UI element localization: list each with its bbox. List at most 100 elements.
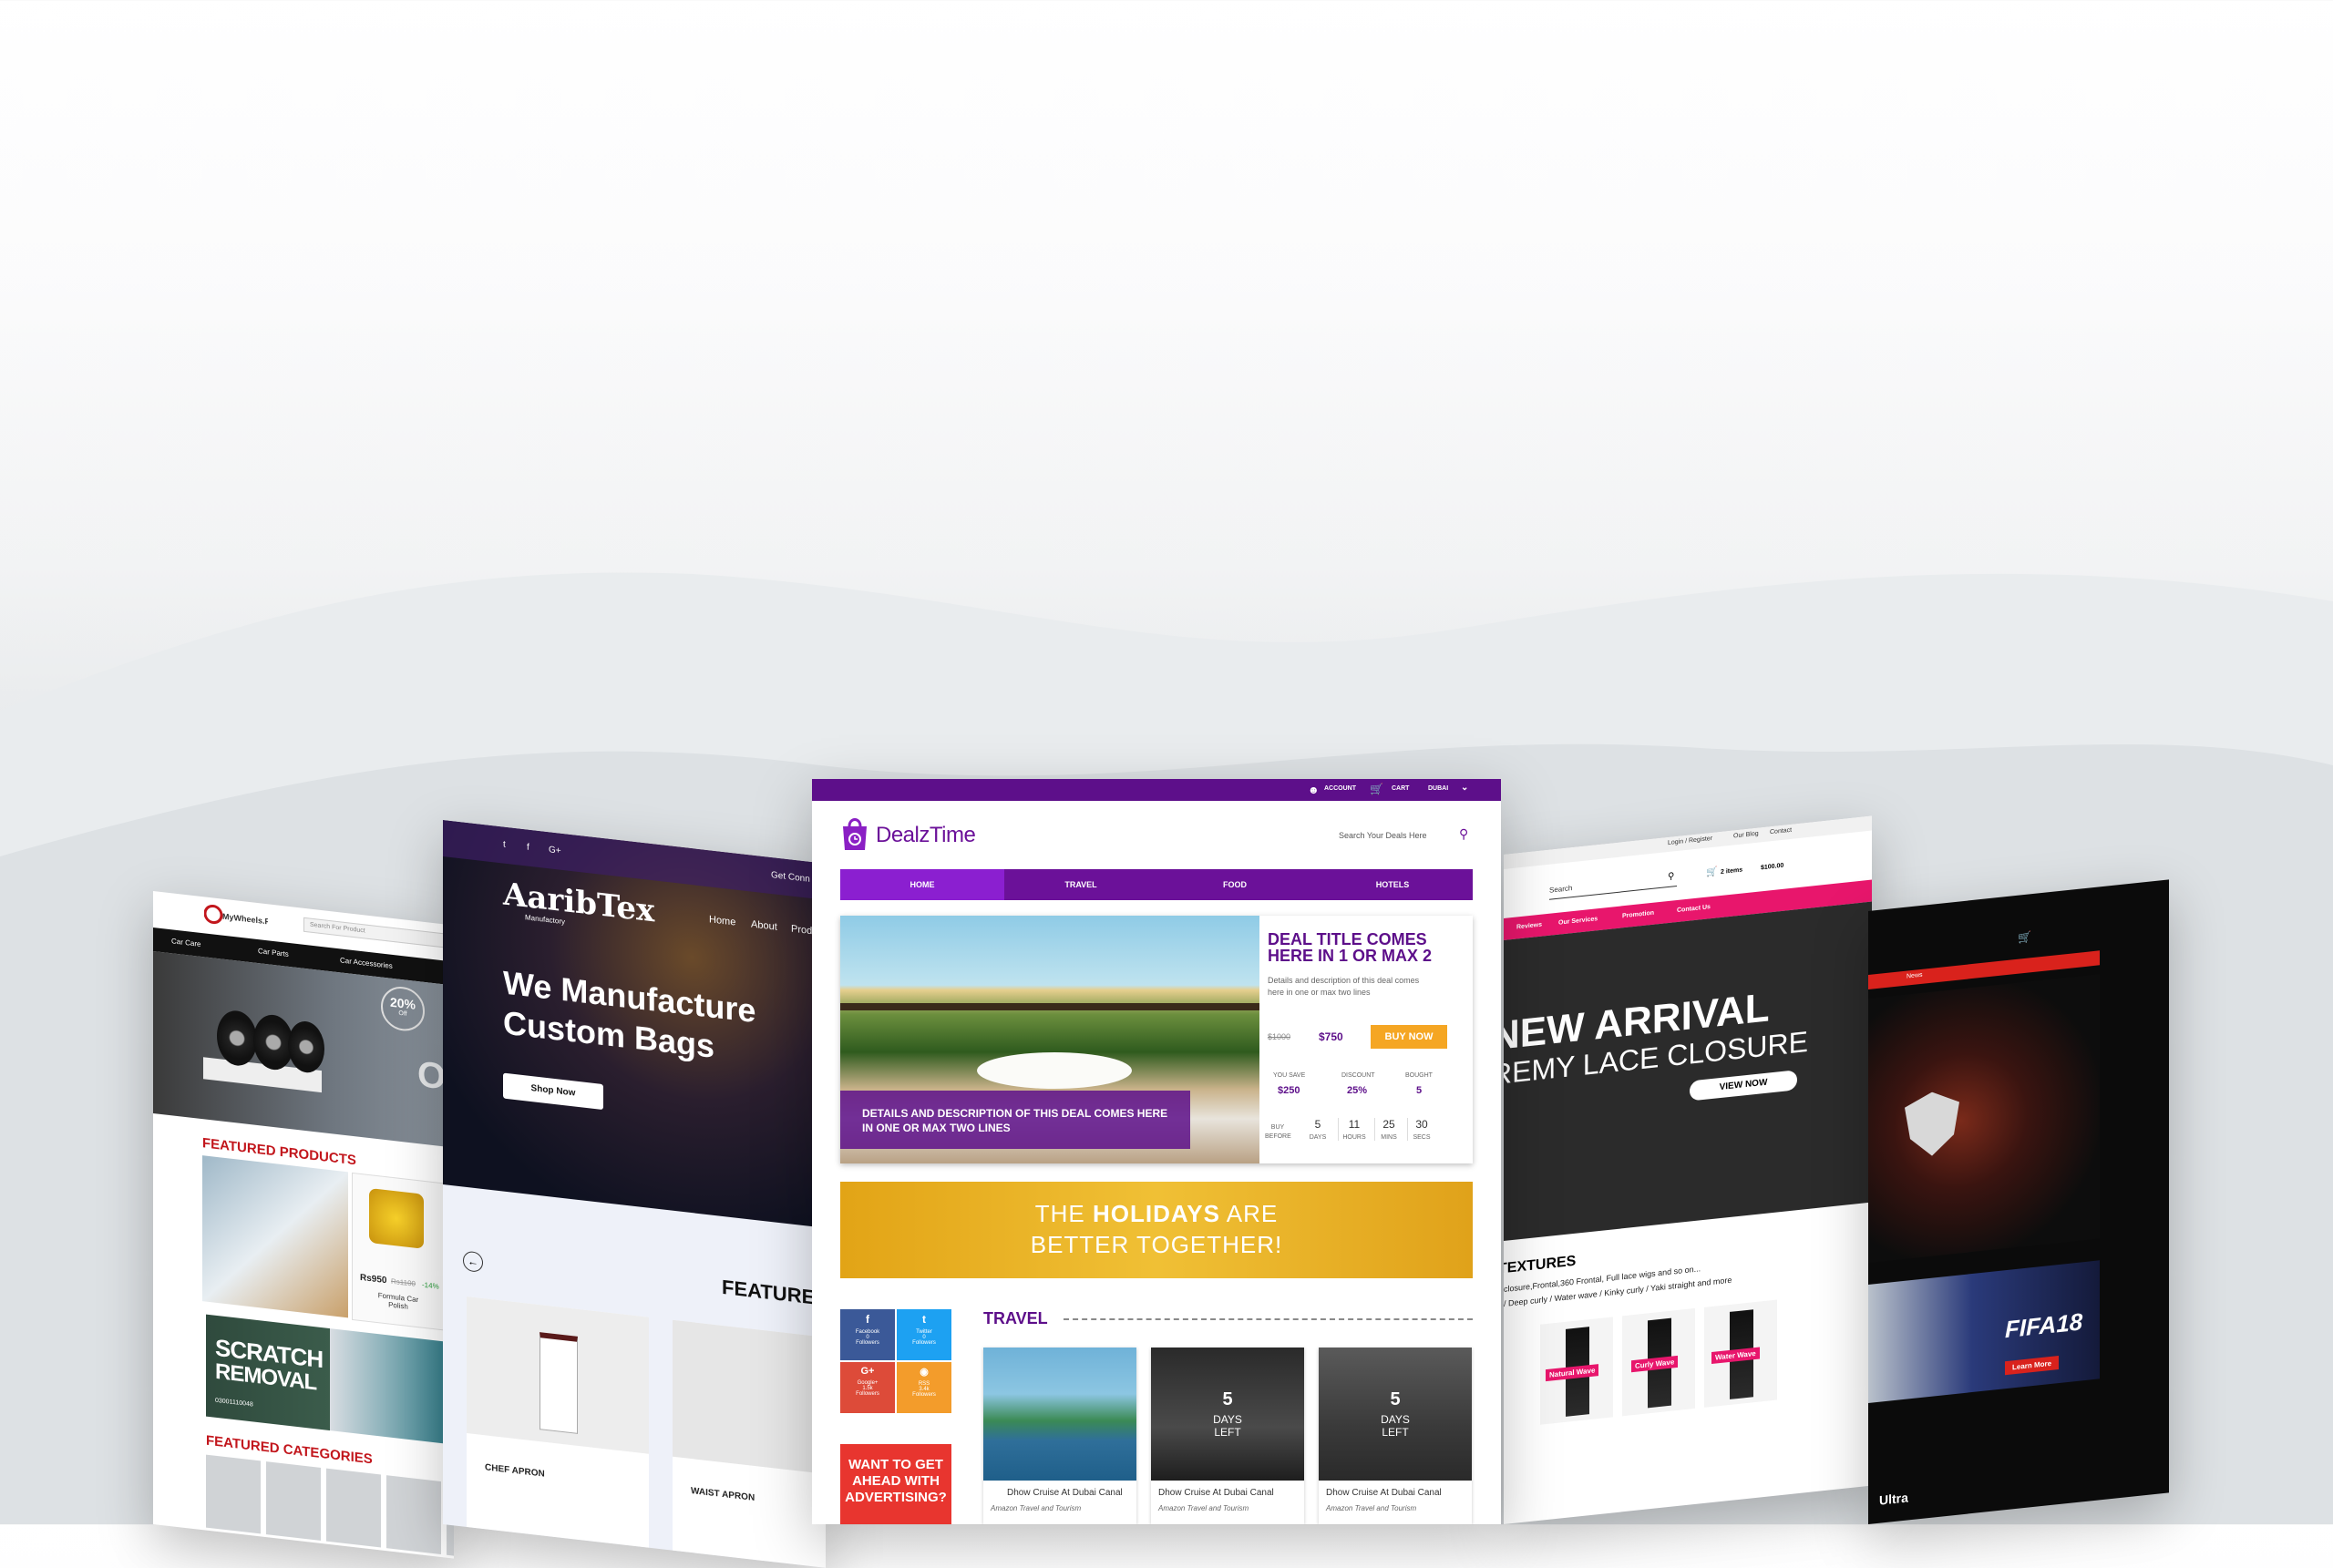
rss-icon: ◉ — [920, 1367, 929, 1378]
countdown-mins-value: 25 — [1382, 1118, 1395, 1131]
fifa-banner[interactable]: FIFA18 Learn More — [1868, 1260, 2100, 1403]
texture-card[interactable]: Curly Wave — [1622, 1307, 1695, 1417]
buy-now-button[interactable]: BUY NOW — [1371, 1025, 1447, 1049]
texture-card[interactable]: Natural Wave — [1540, 1317, 1613, 1425]
overlay-line2: IN ONE OR MAX TWO LINES — [862, 1122, 1011, 1134]
ad-line1: WANT TO GET — [848, 1457, 943, 1472]
contact-link[interactable]: Contact — [1770, 827, 1792, 836]
product-card[interactable]: Rs950 Rs1100 -14% Formula Car Polish — [352, 1172, 454, 1332]
cart-icon[interactable]: 🛒 — [1706, 866, 1717, 877]
search-input[interactable]: Search — [1549, 873, 1677, 900]
view-now-button[interactable]: VIEW NOW — [1690, 1070, 1797, 1102]
nav-home[interactable]: HOME — [840, 869, 1004, 900]
main-nav: HOME TRAVEL FOOD HOTELS — [840, 869, 1473, 900]
table-image — [977, 1052, 1132, 1089]
nav-services[interactable]: Our Services — [1558, 916, 1598, 927]
city-selector[interactable]: DUBAI — [1428, 785, 1448, 792]
facebook-label: Followers — [856, 1340, 879, 1346]
aaribtex-screenshot: t f G+ Get Conn AaribTex Manufactory Hom… — [443, 820, 826, 1568]
travel-card[interactable]: 5 DAYS LEFT Dhow Cruise At Dubai Canal A… — [1151, 1348, 1304, 1524]
account-link[interactable]: ACCOUNT — [1324, 785, 1356, 792]
product-name: Formula Car Polish — [377, 1291, 419, 1311]
nav-about[interactable]: About — [751, 919, 777, 933]
travel-card[interactable]: Dhow Cruise At Dubai Canal Amazon Travel… — [983, 1348, 1136, 1524]
search-input[interactable]: Search For Product — [303, 917, 447, 948]
nav-promotion[interactable]: Promotion — [1622, 910, 1654, 920]
cart-icon[interactable]: 🛒 — [2018, 930, 2031, 945]
hero-section: t f G+ Get Conn AaribTex Manufactory Hom… — [443, 820, 826, 1228]
aaribtex-logo: AaribTex — [503, 876, 655, 930]
product-card-waist-apron[interactable]: WAIST APRON — [673, 1319, 826, 1568]
svg-text:MyWheels.PK: MyWheels.PK — [222, 912, 268, 927]
cart-icon[interactable]: 🛒 — [1370, 783, 1383, 795]
nav-hotels[interactable]: HOTELS — [1312, 869, 1473, 900]
travel-divider — [1064, 1318, 1473, 1320]
login-register-link[interactable]: Login / Register — [1668, 835, 1712, 846]
dealztime-logo: DealzTime — [876, 823, 976, 847]
nav-news[interactable]: News — [1906, 972, 1923, 980]
twitter-label: Followers — [912, 1340, 936, 1346]
nav-car-care[interactable]: Car Care — [171, 937, 200, 948]
countdown-hours-unit: HOURS — [1342, 1134, 1366, 1141]
blog-link[interactable]: Our Blog — [1733, 831, 1759, 840]
search-input[interactable]: Search Your Deals Here — [1339, 831, 1427, 840]
overlay-line1: DETAILS AND DESCRIPTION OF THIS DEAL COM… — [862, 1107, 1168, 1120]
shield-icon — [1905, 1089, 1959, 1158]
account-icon[interactable]: ☻ — [1308, 784, 1320, 796]
search-icon[interactable]: ⚲ — [1459, 826, 1468, 842]
dealztime-screenshot: ☻ ACCOUNT 🛒 CART DUBAI ⌄ DealzTime Searc… — [812, 779, 1501, 1524]
search-icon[interactable]: ⚲ — [1668, 871, 1674, 882]
nav-home[interactable]: Home — [709, 914, 735, 927]
nav-car-accessories[interactable]: Car Accessories — [340, 956, 393, 970]
waist-apron-image — [673, 1319, 826, 1474]
travel-image-cruise: 5 DAYS LEFT — [1151, 1348, 1304, 1481]
travel-heading: TRAVEL — [983, 1309, 1048, 1327]
deal-price: $750 — [1319, 1030, 1343, 1043]
banner-text-the: THE — [1034, 1200, 1093, 1227]
scratch-removal-banner[interactable]: SCRATCH REMOVAL 03001110048 — [206, 1314, 454, 1445]
rss-label: Followers — [912, 1392, 936, 1398]
advertising-banner[interactable]: WANT TO GET AHEAD WITH ADVERTISING? — [840, 1444, 951, 1524]
facebook-tile[interactable]: f Facebook 0 Followers — [840, 1309, 895, 1360]
chevron-down-icon[interactable]: ⌄ — [1461, 783, 1468, 793]
holidays-banner[interactable]: THE HOLIDAYS ARE BETTER TOGETHER! — [840, 1182, 1473, 1278]
google-plus-label: Followers — [856, 1391, 879, 1397]
get-connected-link[interactable]: Get Conn — [771, 870, 810, 885]
mywheels-logo: MyWheels.PK — [203, 900, 276, 933]
nav-contact[interactable]: Contact Us — [1677, 904, 1711, 914]
arrow-left-icon[interactable]: ← — [463, 1250, 483, 1274]
fifa-title: FIFA18 — [2005, 1307, 2083, 1344]
banner-line2: BETTER TOGETHER! — [1030, 1231, 1283, 1258]
travel-card[interactable]: 5 DAYS LEFT Dhow Cruise At Dubai Canal A… — [1319, 1348, 1472, 1524]
facebook-icon: f — [866, 1313, 869, 1326]
discount-value: 25% — [1347, 1085, 1368, 1096]
cart-items[interactable]: 2 items — [1721, 866, 1742, 876]
google-plus-icon[interactable]: G+ — [549, 845, 561, 856]
category-grid[interactable] — [206, 1454, 454, 1556]
nav-products[interactable]: Prod — [791, 924, 812, 938]
countdown-days-value: 5 — [1314, 1118, 1321, 1131]
deal-card[interactable]: DETAILS AND DESCRIPTION OF THIS DEAL COM… — [840, 916, 1473, 1163]
product-image-polishing[interactable] — [202, 1155, 348, 1318]
nav-reviews[interactable]: Reviews — [1516, 922, 1542, 931]
nav-food[interactable]: FOOD — [1157, 869, 1312, 900]
chef-apron-image — [467, 1296, 649, 1454]
days-left-label: DAYS LEFT — [1381, 1413, 1410, 1439]
twitter-tile[interactable]: t Twitter 0 Followers — [897, 1309, 951, 1360]
facebook-icon[interactable]: f — [527, 842, 529, 852]
texture-card[interactable]: Water Wave — [1704, 1299, 1777, 1408]
google-plus-tile[interactable]: G+ Google+ 1.5k Followers — [840, 1362, 895, 1413]
twitter-icon[interactable]: t — [503, 840, 506, 850]
textures-heading: TEXTURES — [1504, 1253, 1577, 1277]
rss-tile[interactable]: ◉ RSS 3.4k Followers — [897, 1362, 951, 1413]
product-image-polish — [369, 1188, 424, 1249]
nav-travel[interactable]: TRAVEL — [1004, 869, 1157, 900]
travel-subtitle: Amazon Travel and Tourism — [991, 1504, 1082, 1512]
shop-now-button[interactable]: Shop Now — [503, 1072, 603, 1111]
learn-more-button[interactable]: Learn More — [2005, 1356, 2060, 1376]
product-card-chef-apron[interactable]: CHEF APRON — [467, 1296, 649, 1548]
travel-subtitle: Amazon Travel and Tourism — [1326, 1504, 1417, 1512]
google-plus-icon: G+ — [860, 1366, 875, 1377]
nav-car-parts[interactable]: Car Parts — [258, 947, 289, 958]
cart-link[interactable]: CART — [1392, 785, 1409, 792]
